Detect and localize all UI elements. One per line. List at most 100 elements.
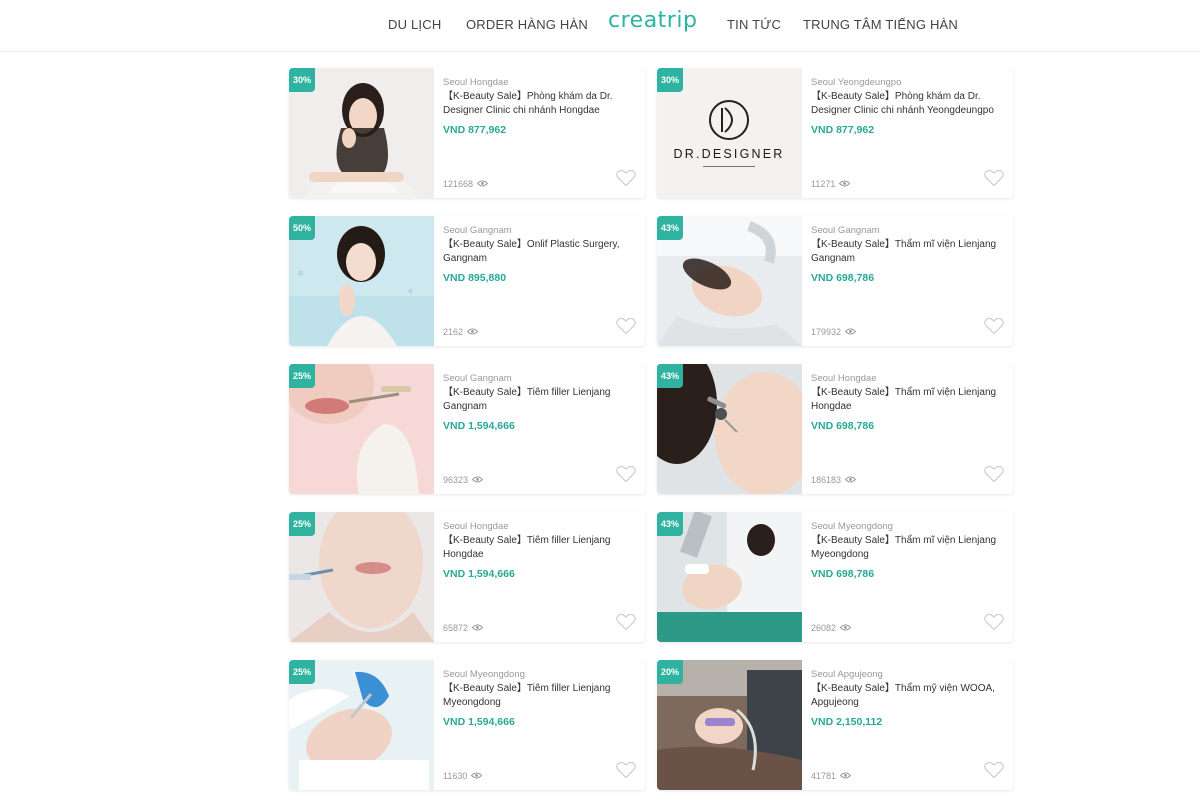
product-card[interactable]: ☼ ✧ 50% Seoul Gangnam 【K-Beauty Sale】Onl… (289, 216, 645, 346)
discount-badge: 25% (289, 364, 315, 388)
product-card[interactable]: 43% Seoul Hongdae 【K-Beauty Sale】Thẩm mĩ… (657, 364, 1013, 494)
discount-badge: 43% (657, 364, 683, 388)
eye-icon (844, 475, 857, 485)
product-location: Seoul Myeongdong (443, 669, 525, 680)
product-price: VND 698,786 (811, 420, 875, 432)
product-price: VND 698,786 (811, 272, 875, 284)
view-count-value: 26082 (811, 623, 837, 633)
discount-badge: 50% (289, 216, 315, 240)
view-count: 26082 (811, 623, 852, 633)
eye-icon (476, 179, 489, 189)
discount-badge: 30% (657, 68, 683, 92)
product-price: VND 1,594,666 (443, 420, 515, 432)
product-location: Seoul Gangnam (443, 225, 512, 236)
wishlist-heart-icon[interactable] (616, 613, 636, 631)
product-title[interactable]: 【K-Beauty Sale】Tiêm filler Lienjang Hong… (443, 534, 639, 562)
view-count-value: 96323 (443, 475, 469, 485)
product-title[interactable]: 【K-Beauty Sale】Tiêm filler Lienjang Gang… (443, 386, 639, 414)
view-count-value: 121668 (443, 179, 474, 189)
product-card[interactable]: 25% Seoul Hongdae 【K-Beauty Sale】Tiêm fi… (289, 512, 645, 642)
dr-designer-logo-text: DR.DESIGNER (673, 147, 784, 161)
product-title[interactable]: 【K-Beauty Sale】Phòng khám da Dr. Designe… (443, 90, 639, 118)
view-count-value: 186183 (811, 475, 842, 485)
eye-icon (839, 179, 851, 189)
eye-icon (844, 327, 857, 337)
view-count-value: 11271 (811, 179, 836, 189)
view-count-value: 65872 (443, 623, 469, 633)
product-price: VND 1,594,666 (443, 568, 515, 580)
discount-badge: 25% (289, 512, 315, 536)
view-count-value: 41781 (811, 771, 837, 781)
product-location: Seoul Apgujeong (811, 669, 883, 680)
eye-icon (839, 623, 852, 633)
product-price: VND 2,150,112 (811, 716, 883, 728)
nav-du-lich[interactable]: DU LỊCH (385, 17, 445, 40)
wishlist-heart-icon[interactable] (616, 465, 636, 483)
discount-badge: 30% (289, 68, 315, 92)
product-location: Seoul Hongdae (443, 77, 509, 88)
view-count: 96323 (443, 475, 484, 485)
wishlist-heart-icon[interactable] (616, 169, 636, 187)
discount-badge: 43% (657, 216, 683, 240)
nav-order-hang-han[interactable]: ORDER HÀNG HÀN (466, 17, 588, 32)
eye-icon (466, 327, 479, 337)
eye-icon (471, 771, 483, 781)
wishlist-heart-icon[interactable] (984, 465, 1004, 483)
view-count: 186183 (811, 475, 857, 485)
discount-badge: 25% (289, 660, 315, 684)
product-price: VND 895,880 (443, 272, 507, 284)
eye-icon (839, 771, 852, 781)
discount-badge: 43% (657, 512, 683, 536)
product-location: Seoul Gangnam (443, 373, 512, 384)
nav-trung-tam-tieng-han[interactable]: TRUNG TÂM TIẾNG HÀN (803, 17, 958, 32)
view-count: 11630 (443, 771, 483, 781)
eye-icon (471, 623, 484, 633)
product-title[interactable]: 【K-Beauty Sale】Tiêm filler Lienjang Myeo… (443, 682, 639, 710)
wishlist-heart-icon[interactable] (616, 317, 636, 335)
top-nav-bar: DU LỊCH ORDER HÀNG HÀN creatrip TIN TỨC … (0, 0, 1200, 52)
view-count: 65872 (443, 623, 484, 633)
svg-text:✧: ✧ (407, 287, 414, 296)
view-count-value: 11630 (443, 771, 468, 781)
creatrip-logo[interactable]: creatrip (608, 8, 697, 33)
svg-text:☼: ☼ (297, 269, 304, 278)
view-count: 179932 (811, 327, 857, 337)
product-price: VND 877,962 (811, 124, 875, 136)
nav-overflow-edge (1193, 16, 1200, 32)
product-card[interactable]: 30% Seoul Hongdae 【K-Beauty Sale】Phòng k… (289, 68, 645, 198)
product-title[interactable]: 【K-Beauty Sale】Thẩm mỹ viện WOOA, Apguje… (811, 682, 1007, 710)
product-card[interactable]: 43% Seoul Gangnam 【K-Beauty Sale】Thẩm mĩ… (657, 216, 1013, 346)
nav-tin-tuc[interactable]: TIN TỨC (727, 17, 781, 32)
product-card[interactable]: 43% Seoul Myeongdong 【K-Beauty Sale】Thẩm… (657, 512, 1013, 642)
wishlist-heart-icon[interactable] (616, 761, 636, 779)
product-location: Seoul Hongdae (811, 373, 877, 384)
product-location: Seoul Myeongdong (811, 521, 893, 532)
view-count: 2162 (443, 327, 479, 337)
nav-du-lich-label: DU LỊCH (388, 17, 442, 32)
product-price: VND 877,962 (443, 124, 507, 136)
product-location: Seoul Hongdae (443, 521, 509, 532)
eye-icon (471, 475, 484, 485)
product-card[interactable]: 20% Seoul Apgujeong 【K-Beauty Sale】Thẩm … (657, 660, 1013, 790)
wishlist-heart-icon[interactable] (984, 169, 1004, 187)
wishlist-heart-icon[interactable] (984, 761, 1004, 779)
view-count: 11271 (811, 179, 851, 189)
product-card[interactable]: 25% Seoul Gangnam 【K-Beauty Sale】Tiêm fi… (289, 364, 645, 494)
view-count-value: 179932 (811, 327, 842, 337)
discount-badge: 20% (657, 660, 683, 684)
product-title[interactable]: 【K-Beauty Sale】Thẩm mĩ viện Lienjang Mye… (811, 534, 1007, 562)
product-title[interactable]: 【K-Beauty Sale】Onlif Plastic Surgery, Ga… (443, 238, 639, 266)
product-price: VND 1,594,666 (443, 716, 515, 728)
product-title[interactable]: 【K-Beauty Sale】Thẩm mĩ viện Lienjang Gan… (811, 238, 1007, 266)
view-count: 121668 (443, 179, 489, 189)
product-card[interactable]: 25% Seoul Myeongdong 【K-Beauty Sale】Tiêm… (289, 660, 645, 790)
wishlist-heart-icon[interactable] (984, 613, 1004, 631)
product-title[interactable]: 【K-Beauty Sale】Thẩm mĩ viện Lienjang Hon… (811, 386, 1007, 414)
product-title[interactable]: 【K-Beauty Sale】Phòng khám da Dr. Designe… (811, 90, 1007, 118)
product-price: VND 698,786 (811, 568, 875, 580)
wishlist-heart-icon[interactable] (984, 317, 1004, 335)
view-count-value: 2162 (443, 327, 464, 337)
active-nav-highlight (385, 32, 445, 40)
product-location: Seoul Yeongdeungpo (811, 77, 902, 88)
product-card[interactable]: DR.DESIGNER 30% Seoul Yeongdeungpo 【K-Be… (657, 68, 1013, 198)
